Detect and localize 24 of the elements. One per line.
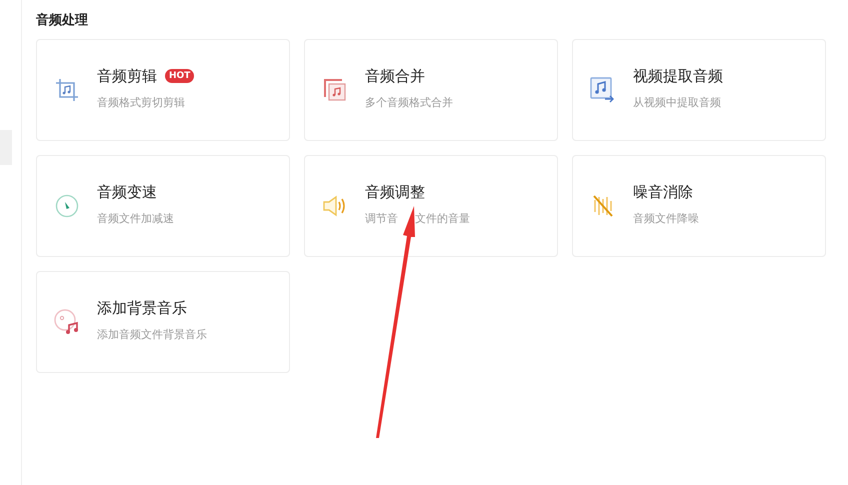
tool-card[interactable]: 音频调整 调节音 文件的音量 <box>304 155 558 257</box>
tool-card[interactable]: 音频变速 音频文件加减速 <box>36 155 290 257</box>
hot-badge: HOT <box>165 69 194 83</box>
card-title: 视频提取音频 <box>633 66 723 86</box>
tool-card[interactable]: 噪音消除 音频文件降噪 <box>572 155 826 257</box>
card-title: 音频变速 <box>97 182 157 202</box>
card-subtitle: 从视频中提取音频 <box>633 94 722 110</box>
card-subtitle: 文件的音量 <box>415 210 470 226</box>
card-title: 添加背景音乐 <box>97 298 187 318</box>
card-subtitle: 添加音频文件背景音乐 <box>97 326 207 342</box>
card-subtitle: 多个音频格式合并 <box>365 94 453 110</box>
tool-card[interactable]: 音频合并 多个音频格式合并 <box>304 39 558 141</box>
section-title: 音频处理 <box>36 12 89 29</box>
card-title: 噪音消除 <box>633 182 693 202</box>
card-title: 音频调整 <box>365 182 425 202</box>
tool-card[interactable]: 音频剪辑 HOT 音频格式剪切剪辑 <box>36 39 290 141</box>
card-title: 音频合并 <box>365 66 425 86</box>
card-subtitle: 音频文件加减速 <box>97 210 174 226</box>
tool-card[interactable]: 视频提取音频 从视频中提取音频 <box>572 39 826 141</box>
tool-card[interactable]: 添加背景音乐 添加音频文件背景音乐 <box>36 271 290 373</box>
card-subtitle: 音频格式剪切剪辑 <box>97 94 186 110</box>
card-subtitle: 音频文件降噪 <box>633 210 699 226</box>
card-subtitle: 调节音 <box>365 210 398 226</box>
card-title: 音频剪辑 <box>97 66 157 86</box>
